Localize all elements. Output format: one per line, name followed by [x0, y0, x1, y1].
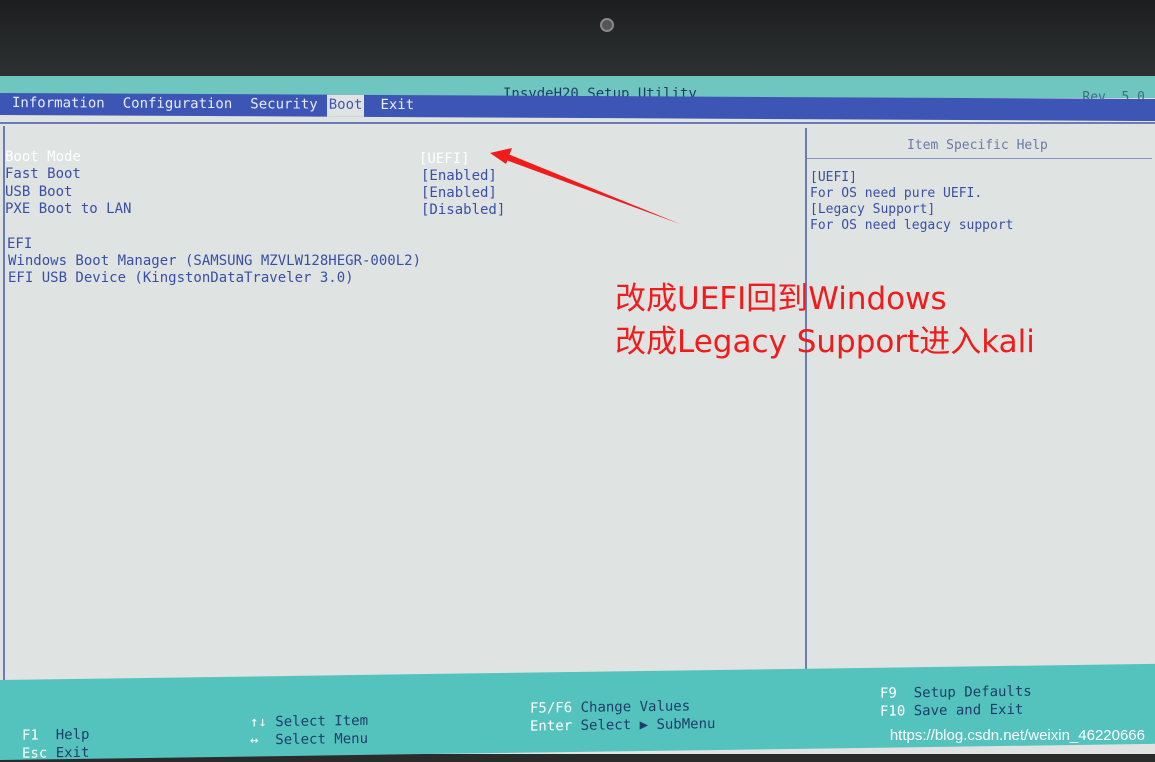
annotation-line: 改成Legacy Support进入kali — [615, 324, 1035, 360]
annotation-arrow-icon — [490, 148, 680, 224]
annotation-line: 改成UEFI回到Windows — [615, 281, 947, 317]
watermark: https://blog.csdn.net/weixin_46220666 — [889, 727, 1145, 744]
